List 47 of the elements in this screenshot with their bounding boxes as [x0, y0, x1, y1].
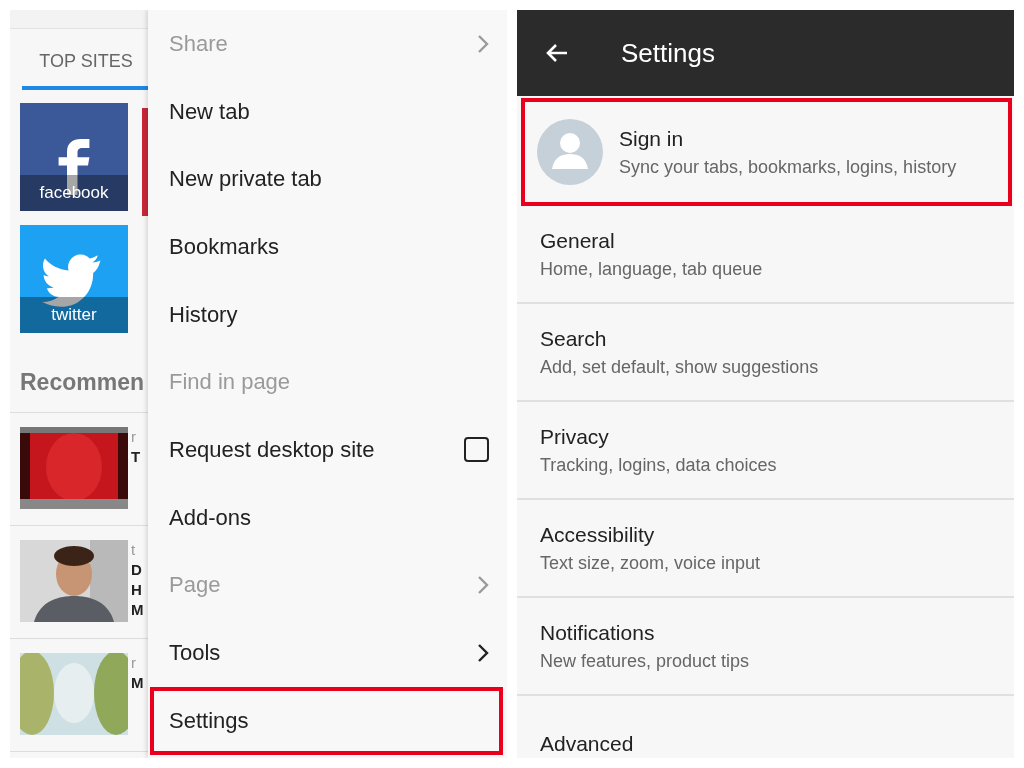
item-title: H — [131, 580, 143, 600]
item-title: T — [131, 447, 141, 467]
setting-summary: Text size, zoom, voice input — [540, 552, 761, 574]
item-title: M — [131, 600, 144, 620]
setting-title: General — [540, 228, 616, 253]
chevron-icon — [477, 33, 489, 54]
settings-row[interactable]: General Home, language, tab queue — [517, 206, 1014, 304]
menu-item[interactable]: History — [148, 280, 507, 349]
setting-title: Privacy — [540, 424, 610, 449]
setting-summary: New features, product tips — [540, 650, 750, 672]
setting-summary: Home, language, tab queue — [540, 258, 763, 280]
setting-summary: Sync your tabs, bookmarks, logins, history — [619, 156, 957, 178]
settings-row[interactable]: Sign in Sync your tabs, bookmarks, logins, history — [521, 98, 1012, 206]
site-tile[interactable]: twitter — [20, 225, 128, 333]
item-source: r — [131, 653, 137, 673]
setting-title: Search — [540, 326, 608, 351]
settings-row[interactable]: Privacy Tracking, logins, data choices — [517, 402, 1014, 500]
setting-summary: Tracking, logins, data choices — [540, 454, 777, 476]
setting-title: Advanced — [540, 732, 634, 756]
menu-item[interactable]: Add-ons — [148, 483, 507, 552]
setting-title: Notifications — [540, 620, 656, 645]
settings-row[interactable]: Notifications New features, product tips — [517, 598, 1014, 696]
item-source: t — [131, 540, 137, 560]
menu-item[interactable]: Request desktop site — [148, 416, 507, 484]
site-tile[interactable] — [142, 108, 148, 216]
tile-label: facebook — [20, 175, 128, 211]
item-title: M — [131, 673, 144, 693]
setting-title: Accessibility — [540, 522, 656, 547]
site-tile[interactable]: facebook — [20, 103, 128, 211]
tile-label: twitter — [20, 297, 128, 333]
screen-title: Settings — [621, 37, 715, 69]
setting-title: Sign in — [619, 126, 685, 151]
settings-row[interactable]: Accessibility Text size, zoom, voice input — [517, 500, 1014, 598]
item-title: D — [131, 560, 143, 580]
menu-item[interactable]: Settings — [150, 686, 503, 755]
item-source: r — [131, 427, 137, 447]
menu-item[interactable]: Tools — [148, 619, 507, 687]
setting-summary: Add, set default, show suggestions — [540, 356, 819, 378]
checkbox[interactable] — [464, 437, 489, 463]
settings-row[interactable]: Advanced — [517, 696, 1014, 758]
menu-item[interactable]: New private tab — [148, 145, 507, 214]
chevron-icon — [477, 643, 489, 664]
menu-item[interactable]: Bookmarks — [148, 213, 507, 281]
chevron-icon — [477, 575, 489, 596]
settings-row[interactable]: Search Add, set default, show suggestions — [517, 304, 1014, 402]
menu-item[interactable]: New tab — [148, 77, 507, 146]
avatar-icon — [537, 119, 603, 185]
